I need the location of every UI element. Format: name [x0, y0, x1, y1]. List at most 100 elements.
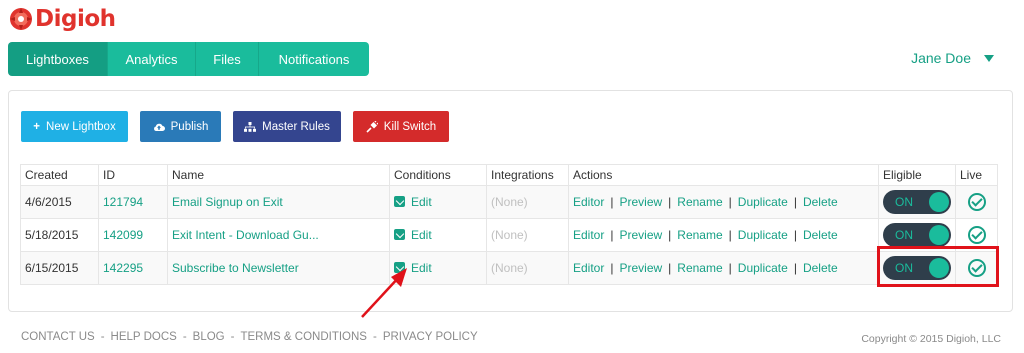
footer-separator: -	[372, 331, 377, 343]
created-cell: 5/18/2015	[20, 218, 99, 252]
user-menu[interactable]: Jane Doe	[911, 50, 994, 66]
action-separator: |	[793, 228, 797, 242]
id-link[interactable]: 142099	[98, 218, 168, 252]
name-link[interactable]: Exit Intent - Download Gu...	[167, 218, 390, 252]
table-header-row: Created ID Name Conditions Integrations …	[20, 164, 998, 186]
action-separator: |	[668, 261, 672, 275]
id-link[interactable]: 121794	[98, 185, 168, 219]
rename-link[interactable]: Rename	[677, 228, 722, 242]
tab-lightboxes[interactable]: Lightboxes	[8, 42, 108, 76]
live-cell	[955, 185, 998, 219]
brand-logo[interactable]: Digioh	[9, 6, 116, 32]
caret-down-icon	[984, 54, 994, 62]
edit-icon	[394, 196, 405, 207]
action-separator: |	[610, 228, 614, 242]
eligible-toggle[interactable]: ON	[883, 223, 951, 247]
tab-analytics[interactable]: Analytics	[108, 42, 196, 76]
lightboxes-panel: + New Lightbox Publish Master Rules Kill…	[8, 90, 1013, 312]
action-separator: |	[728, 195, 732, 209]
footer-separator: -	[230, 331, 235, 343]
tab-notifications[interactable]: Notifications	[259, 42, 369, 76]
footer-link-contact[interactable]: CONTACT US	[21, 331, 95, 343]
conditions-edit-link[interactable]: Edit	[394, 195, 432, 209]
toggle-knob	[929, 192, 949, 212]
col-actions: Actions	[568, 164, 879, 186]
master-rules-button[interactable]: Master Rules	[233, 111, 341, 142]
conditions-edit-link[interactable]: Edit	[394, 228, 432, 242]
cloud-upload-icon	[153, 123, 165, 131]
table-row: 5/18/2015 142099 Exit Intent - Download …	[20, 218, 998, 252]
table-row: 4/6/2015 121794 Email Signup on Exit Edi…	[20, 185, 998, 219]
footer-separator: -	[100, 331, 105, 343]
actions-cell: Editor | Preview | Rename | Duplicate | Delete	[568, 218, 879, 252]
lightboxes-table: Created ID Name Conditions Integrations …	[20, 164, 998, 285]
toggle-label: ON	[895, 228, 913, 242]
name-link[interactable]: Email Signup on Exit	[167, 185, 390, 219]
eligible-cell: ON	[878, 185, 956, 219]
integrations-cell: (None)	[486, 218, 569, 252]
brand-name: Digioh	[35, 6, 116, 32]
editor-link[interactable]: Editor	[573, 261, 604, 275]
col-name[interactable]: Name	[167, 164, 390, 186]
toolbar: + New Lightbox Publish Master Rules Kill…	[21, 111, 461, 142]
col-conditions: Conditions	[389, 164, 487, 186]
preview-link[interactable]: Preview	[619, 195, 662, 209]
conditions-cell: Edit	[389, 218, 487, 252]
live-check-icon[interactable]	[967, 226, 986, 244]
rename-link[interactable]: Rename	[677, 261, 722, 275]
col-created[interactable]: Created	[20, 164, 99, 186]
created-cell: 6/15/2015	[20, 251, 99, 285]
duplicate-link[interactable]: Duplicate	[738, 261, 788, 275]
live-check-icon[interactable]	[967, 193, 986, 211]
plug-icon	[366, 120, 378, 133]
table-row: 6/15/2015 142295 Subscribe to Newsletter…	[20, 251, 998, 285]
duplicate-link[interactable]: Duplicate	[738, 228, 788, 242]
action-separator: |	[610, 195, 614, 209]
editor-link[interactable]: Editor	[573, 195, 604, 209]
col-integrations: Integrations	[486, 164, 569, 186]
plus-icon: +	[33, 120, 41, 133]
footer-separator: -	[182, 331, 187, 343]
col-id[interactable]: ID	[98, 164, 168, 186]
copyright-text: Copyright © 2015 Digioh, LLC	[861, 333, 1001, 345]
delete-link[interactable]: Delete	[803, 195, 838, 209]
main-nav: Lightboxes Analytics Files Notifications	[8, 42, 369, 76]
annotation-highlight-box	[877, 246, 999, 287]
tab-files[interactable]: Files	[196, 42, 259, 76]
rename-link[interactable]: Rename	[677, 195, 722, 209]
digioh-logo-icon	[10, 8, 32, 30]
footer-link-blog[interactable]: BLOG	[193, 331, 225, 343]
delete-link[interactable]: Delete	[803, 261, 838, 275]
editor-link[interactable]: Editor	[573, 228, 604, 242]
action-separator: |	[668, 228, 672, 242]
preview-link[interactable]: Preview	[619, 228, 662, 242]
action-separator: |	[793, 195, 797, 209]
duplicate-link[interactable]: Duplicate	[738, 195, 788, 209]
footer-links: CONTACT US - HELP DOCS - BLOG - TERMS & …	[21, 331, 478, 343]
created-cell: 4/6/2015	[20, 185, 99, 219]
action-separator: |	[728, 228, 732, 242]
kill-switch-button[interactable]: Kill Switch	[353, 111, 449, 142]
integrations-cell: (None)	[486, 185, 569, 219]
eligible-toggle[interactable]: ON	[883, 190, 951, 214]
publish-button[interactable]: Publish	[140, 111, 221, 142]
col-live[interactable]: Live	[955, 164, 998, 186]
preview-link[interactable]: Preview	[619, 261, 662, 275]
edit-icon	[394, 229, 405, 240]
action-separator: |	[793, 261, 797, 275]
footer-link-terms[interactable]: TERMS & CONDITIONS	[240, 331, 367, 343]
new-lightbox-button[interactable]: + New Lightbox	[21, 111, 128, 142]
user-name: Jane Doe	[911, 50, 971, 66]
footer-link-help-docs[interactable]: HELP DOCS	[111, 331, 177, 343]
col-eligible[interactable]: Eligible	[878, 164, 956, 186]
footer-link-privacy[interactable]: PRIVACY POLICY	[383, 331, 478, 343]
toggle-knob	[929, 225, 949, 245]
sitemap-icon	[244, 121, 257, 132]
delete-link[interactable]: Delete	[803, 228, 838, 242]
integrations-cell: (None)	[486, 251, 569, 285]
conditions-cell: Edit	[389, 185, 487, 219]
annotation-arrow-icon	[361, 268, 407, 318]
id-link[interactable]: 142295	[98, 251, 168, 285]
action-separator: |	[668, 195, 672, 209]
actions-cell: Editor | Preview | Rename | Duplicate | Delete	[568, 185, 879, 219]
